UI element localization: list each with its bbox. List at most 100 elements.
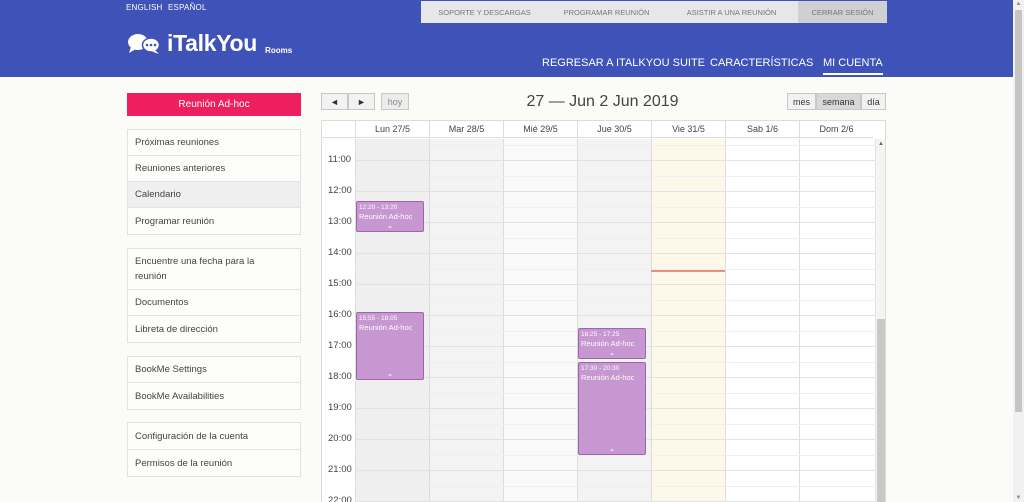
event-time: 12:20 - 13:20 — [359, 204, 398, 212]
page-scroll-up-icon[interactable]: ▲ — [1013, 1, 1024, 7]
calendar-event[interactable]: 12:20 - 13:20 Reunión Ad-hoc = — [356, 201, 424, 233]
calendar-scrollbar[interactable]: ▲ — [875, 139, 885, 502]
day-header: Jue 30/5 — [577, 121, 651, 138]
resize-handle-icon[interactable]: = — [387, 373, 393, 379]
sidebar-item-calendar[interactable]: Calendario — [128, 182, 300, 208]
day-column[interactable] — [651, 139, 725, 502]
lang-english[interactable]: ENGLISH — [126, 3, 163, 12]
hour-line — [355, 470, 876, 471]
hour-label: 11:00 — [328, 154, 352, 165]
day-header: Vie 31/5 — [651, 121, 725, 138]
day-header: Mar 28/5 — [429, 121, 503, 138]
chat-bubbles-icon — [128, 33, 161, 54]
calendar-event[interactable]: 16:25 - 17:25 Reunión Ad-hoc = — [578, 327, 646, 359]
logo[interactable]: iTalkYou Rooms — [127, 30, 292, 57]
resize-handle-icon[interactable]: = — [609, 352, 615, 358]
event-time: 16:25 - 17:25 — [581, 330, 620, 338]
nav-features[interactable]: CARACTERÍSTICAS — [710, 57, 813, 69]
sidebar-item-address-book[interactable]: Libreta de dirección — [128, 316, 300, 342]
hour-label: 18:00 — [328, 371, 352, 382]
hour-label: 16:00 — [328, 309, 352, 320]
half-hour-line — [355, 485, 876, 487]
day-header: Sab 1/6 — [725, 121, 799, 138]
calendar-event[interactable]: 15:55 - 18:05 Reunión Ad-hoc = — [356, 312, 424, 380]
logo-subtitle: Rooms — [265, 46, 293, 55]
resize-handle-icon[interactable]: = — [609, 448, 615, 454]
today-button[interactable]: hoy — [381, 93, 409, 110]
view-month-button[interactable]: mes — [787, 93, 816, 110]
adhoc-meeting-button[interactable]: Reunión Ad-hoc — [127, 93, 301, 116]
half-hour-line — [355, 299, 876, 301]
prev-week-button[interactable]: ◄ — [321, 93, 348, 110]
app-header: ENGLISH ESPAÑOL SOPORTE Y DESCARGAS PROG… — [0, 0, 1013, 77]
sidebar-group-bookme: BookMe Settings BookMe Availabilities — [127, 356, 301, 410]
half-hour-line — [355, 237, 876, 239]
hour-line — [355, 253, 876, 254]
sidebar-item-upcoming[interactable]: Próximas reuniones — [128, 130, 300, 156]
hour-label: 12:00 — [328, 185, 352, 196]
scroll-up-icon[interactable]: ▲ — [876, 141, 885, 147]
sidebar-item-bookme-availabilities[interactable]: BookMe Availabilities — [128, 383, 300, 409]
half-hour-line — [355, 454, 876, 456]
sidebar-item-find-date[interactable]: Encuentre una fecha para la reunión — [128, 249, 300, 290]
view-day-button[interactable]: día — [861, 93, 886, 110]
top-nav-support[interactable]: SOPORTE Y DESCARGAS — [421, 1, 548, 23]
current-time-indicator — [651, 270, 725, 273]
hour-label: 14:00 — [328, 247, 352, 258]
hour-label: 17:00 — [328, 340, 352, 351]
event-title: Reunión Ad-hoc — [359, 212, 413, 222]
hour-label: 22:00 — [328, 495, 352, 502]
next-week-button[interactable]: ► — [348, 93, 375, 110]
hour-line — [355, 284, 876, 285]
page-scrollbar[interactable]: ▲ ▼ — [1013, 0, 1024, 502]
event-time: 17:30 - 20:30 — [581, 364, 620, 372]
hour-line — [355, 160, 876, 161]
sidebar-group-meetings: Próximas reuniones Reuniones anteriores … — [127, 129, 301, 235]
top-nav-schedule[interactable]: PROGRAMAR REUNIÓN — [548, 1, 665, 23]
logo-text: iTalkYou — [167, 30, 258, 56]
nav-back-to-suite[interactable]: REGRESAR A ITALKYOU SUITE — [542, 57, 705, 69]
top-nav: SOPORTE Y DESCARGAS PROGRAMAR REUNIÓN AS… — [421, 1, 887, 23]
sidebar-item-documents[interactable]: Documentos — [128, 290, 300, 316]
sidebar-item-meeting-permissions[interactable]: Permisos de la reunión — [128, 450, 300, 476]
sidebar-item-schedule[interactable]: Programar reunión — [128, 208, 300, 234]
hour-line — [355, 222, 876, 223]
hour-label: 13:00 — [328, 216, 352, 227]
day-column[interactable] — [799, 139, 873, 502]
sidebar-item-bookme-settings[interactable]: BookMe Settings — [128, 357, 300, 383]
half-hour-line — [355, 206, 876, 208]
view-week-button[interactable]: semana — [816, 93, 861, 110]
half-hour-line — [355, 268, 876, 270]
day-column[interactable] — [429, 139, 503, 502]
hour-label: 21:00 — [328, 464, 352, 475]
day-header: Dom 2/6 — [799, 121, 873, 138]
nav-my-account[interactable]: MI CUENTA — [823, 57, 883, 75]
top-nav-logout[interactable]: CERRAR SESIÓN — [798, 1, 887, 23]
event-time: 15:55 - 18:05 — [359, 315, 398, 323]
week-calendar: ▲ Lun 27/5 Mar 28/5 Mié 29/5 Jue 30/5 Vie 31… — [321, 120, 886, 502]
day-header: Lun 27/5 — [355, 121, 429, 138]
sidebar-group-tools: Encuentre una fecha para la reunión Docu… — [127, 248, 301, 343]
day-header: Mié 29/5 — [503, 121, 577, 138]
hour-line — [355, 191, 876, 192]
half-hour-line — [355, 144, 876, 146]
calendar-scroll-thumb[interactable] — [877, 319, 885, 502]
sidebar-item-past[interactable]: Reuniones anteriores — [128, 156, 300, 182]
page-scroll-thumb[interactable] — [1015, 10, 1022, 412]
page-scroll-down-icon[interactable]: ▼ — [1013, 495, 1024, 501]
time-axis-header — [322, 121, 355, 138]
top-nav-attend[interactable]: ASISTIR A UNA REUNIÓN — [665, 1, 798, 23]
day-column[interactable] — [503, 139, 577, 502]
event-title: Reunión Ad-hoc — [581, 372, 635, 382]
day-column[interactable] — [725, 139, 799, 502]
sidebar-item-account-settings[interactable]: Configuración de la cuenta — [128, 423, 300, 450]
half-hour-line — [355, 175, 876, 177]
hour-label: 15:00 — [328, 278, 352, 289]
lang-spanish[interactable]: ESPAÑOL — [168, 3, 207, 12]
hour-label: 20:00 — [328, 433, 352, 444]
calendar-title: 27 — Jun 2 Jun 2019 — [526, 93, 679, 110]
calendar-event[interactable]: 17:30 - 20:30 Reunión Ad-hoc = — [578, 361, 646, 455]
hour-line — [355, 315, 876, 316]
resize-handle-icon[interactable]: = — [387, 225, 393, 231]
event-title: Reunión Ad-hoc — [359, 323, 413, 333]
